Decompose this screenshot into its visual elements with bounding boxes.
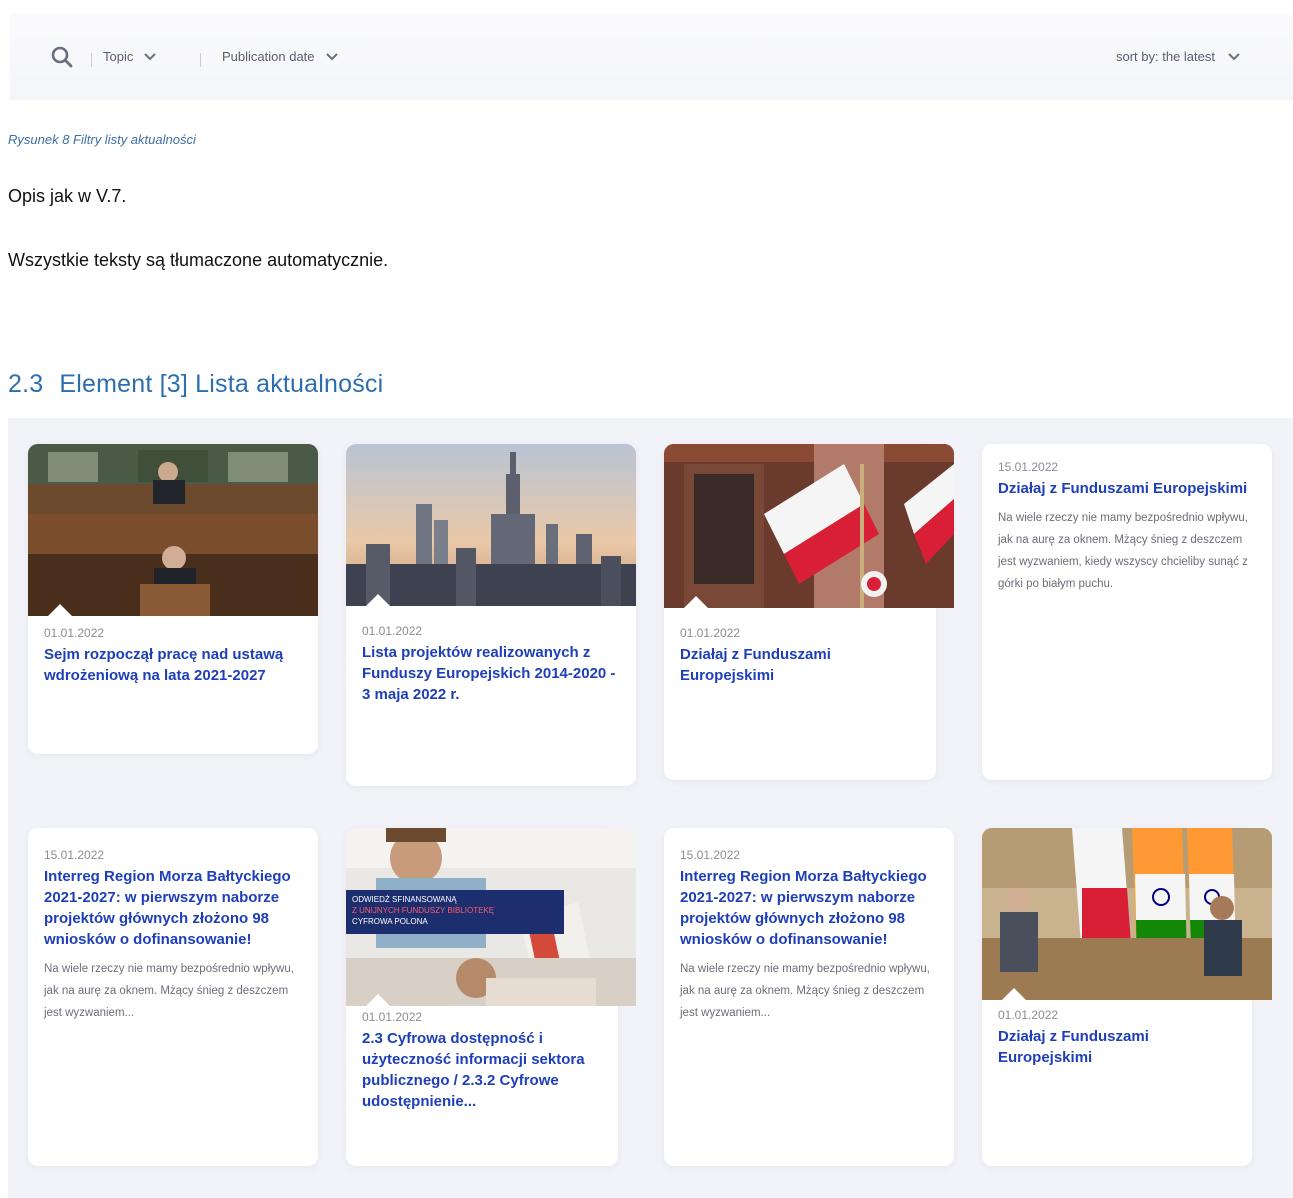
card-notch	[684, 596, 708, 608]
card-notch	[366, 994, 390, 1006]
promo-banner-line: Z UNIJNYCH FUNDUSZY BIBLIOTEKĘ	[352, 906, 495, 915]
sejm-photo	[28, 444, 318, 616]
card-date: 01.01.2022	[680, 626, 741, 640]
card-date: 15.01.2022	[680, 848, 741, 862]
news-card[interactable]: 01.01.2022 Działaj z Funduszami Europejs…	[982, 828, 1272, 1166]
promo-banner-line: ODWIEDŹ SFINANSOWANĄ	[352, 895, 457, 904]
card-body: 01.01.2022 Działaj z Funduszami Europejs…	[998, 1008, 1238, 1068]
card-date: 01.01.2022	[362, 624, 423, 638]
topic-filter-label: Topic	[103, 49, 134, 64]
chevron-down-icon	[144, 52, 157, 60]
card-title-link[interactable]: Działaj z Funduszami Europejskimi	[680, 644, 922, 686]
card-body: 15.01.2022 Działaj z Funduszami Europejs…	[998, 460, 1258, 595]
card-title-link[interactable]: Interreg Region Morza Bałtyckiego 2021-2…	[44, 866, 304, 950]
news-card[interactable]: 15.01.2022 Interreg Region Morza Bałtyck…	[664, 828, 954, 1166]
news-card[interactable]: 01.01.2022 Lista projektów realizowanych…	[346, 444, 636, 786]
card-body: 15.01.2022 Interreg Region Morza Bałtyck…	[44, 848, 304, 1024]
card-body: 01.01.2022 Działaj z Funduszami Europejs…	[680, 626, 922, 686]
card-date: 01.01.2022	[998, 1008, 1059, 1022]
publication-date-filter-dropdown[interactable]: Publication date	[222, 49, 339, 64]
promo-banner: ODWIEDŹ SFINANSOWANĄ Z UNIJNYCH FUNDUSZY…	[346, 890, 564, 934]
figure-caption: Rysunek 8 Filtry listy aktualności	[8, 132, 196, 147]
search-icon[interactable]	[48, 43, 76, 71]
card-body: 01.01.2022 Lista projektów realizowanych…	[362, 624, 622, 705]
card-body: 01.01.2022 Sejm rozpoczął pracę nad usta…	[44, 626, 304, 686]
card-notch	[1002, 988, 1026, 1000]
card-title-link[interactable]: Sejm rozpoczął pracę nad ustawą wdrożeni…	[44, 644, 304, 686]
news-list: 01.01.2022 Sejm rozpoczął pracę nad usta…	[8, 418, 1293, 1198]
chevron-down-icon	[1228, 52, 1240, 60]
sort-dropdown[interactable]: sort by: the latest	[1116, 49, 1241, 64]
publication-date-filter-label: Publication date	[222, 49, 315, 64]
card-notch	[48, 604, 72, 616]
chevron-down-icon	[325, 52, 338, 60]
card-title-link[interactable]: Interreg Region Morza Bałtyckiego 2021-2…	[680, 866, 940, 950]
topic-filter-dropdown[interactable]: Topic	[103, 49, 157, 64]
promo-banner-line: CYFROWA POLONA	[352, 917, 428, 926]
card-excerpt: Na wiele rzeczy nie mamy bezpośrednio wp…	[680, 963, 930, 1019]
card-date: 01.01.2022	[362, 1010, 423, 1024]
card-date: 15.01.2022	[998, 460, 1059, 474]
card-body: 15.01.2022 Interreg Region Morza Bałtyck…	[680, 848, 940, 1024]
card-title-link[interactable]: Lista projektów realizowanych z Funduszy…	[362, 642, 622, 705]
news-card[interactable]: 01.01.2022 Sejm rozpoczął pracę nad usta…	[28, 444, 318, 754]
filter-separator	[91, 53, 92, 67]
section-heading: 2.3 Element [3] Lista aktualności	[8, 370, 383, 399]
card-excerpt: Na wiele rzeczy nie mamy bezpośrednio wp…	[998, 512, 1248, 590]
diplomatic-meeting-photo	[982, 828, 1272, 1000]
section-number: 2.3	[8, 370, 44, 398]
news-card[interactable]: 15.01.2022 Interreg Region Morza Bałtyck…	[28, 828, 318, 1166]
card-title-link[interactable]: Działaj z Funduszami Europejskimi	[998, 1026, 1238, 1068]
card-date: 01.01.2022	[44, 626, 105, 640]
card-date: 15.01.2022	[44, 848, 105, 862]
polish-flags-photo	[664, 444, 954, 608]
news-card[interactable]: ODWIEDŹ SFINANSOWANĄ Z UNIJNYCH FUNDUSZY…	[346, 828, 636, 1166]
card-excerpt: Na wiele rzeczy nie mamy bezpośrednio wp…	[44, 963, 294, 1019]
section-title: Element [3] Lista aktualności	[59, 370, 384, 398]
card-title-link[interactable]: Działaj z Funduszami Europejskimi	[998, 478, 1258, 499]
card-notch	[366, 594, 390, 606]
news-filter-bar: Topic Publication date sort by: the late…	[10, 13, 1293, 100]
news-card[interactable]: 15.01.2022 Działaj z Funduszami Europejs…	[982, 444, 1272, 780]
sort-label: sort by: the latest	[1116, 49, 1215, 64]
warsaw-skyline-photo	[346, 444, 636, 606]
filter-separator	[200, 53, 201, 67]
digital-library-photo: ODWIEDŹ SFINANSOWANĄ Z UNIJNYCH FUNDUSZY…	[346, 828, 636, 1006]
news-card[interactable]: 01.01.2022 Działaj z Funduszami Europejs…	[664, 444, 954, 780]
paragraph: Opis jak w V.7.	[8, 186, 127, 206]
card-body: 01.01.2022 2.3 Cyfrowa dostępność i użyt…	[362, 1010, 604, 1112]
paragraph: Wszystkie teksty są tłumaczone automatyc…	[8, 250, 389, 270]
card-title-link[interactable]: 2.3 Cyfrowa dostępność i użyteczność inf…	[362, 1028, 604, 1112]
